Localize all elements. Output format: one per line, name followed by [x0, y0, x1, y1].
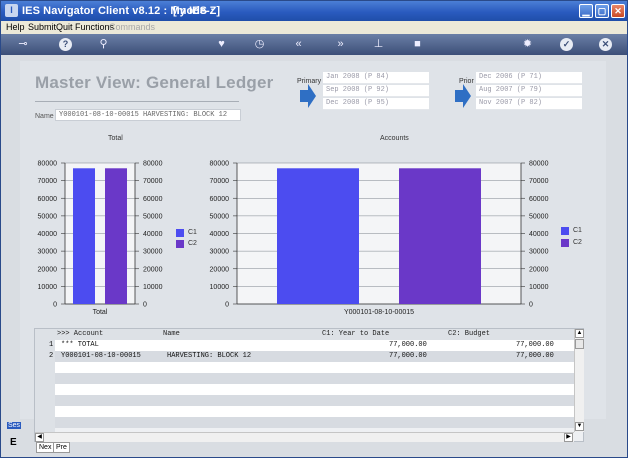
empty-row [55, 373, 575, 384]
empty-row [55, 417, 575, 428]
scroll-right-icon[interactable]: ▶ [564, 433, 573, 442]
previous-tab[interactable]: Pre [53, 442, 70, 453]
legend-c2-label: C2 [188, 240, 197, 247]
session-letter: E [10, 437, 17, 448]
total-tick-label-right: 80000 [143, 161, 163, 168]
accounts-tick-label-left: 30000 [210, 249, 230, 256]
grid-header: >>> Account Name C1: Year to Date C2: Bu… [35, 329, 575, 340]
empty-row [55, 362, 575, 373]
accounts-tick-label-left: 60000 [210, 196, 230, 203]
vertical-scrollbar[interactable]: ▲ ▼ [574, 329, 584, 432]
accounts-tick-label-right: 40000 [529, 231, 549, 238]
accounts-tick-label-left: 10000 [210, 284, 230, 291]
accounts-tick-label-right: 80000 [529, 161, 549, 168]
total-tick-label-right: 60000 [143, 196, 163, 203]
scroll-up-icon[interactable]: ▲ [575, 329, 584, 338]
accounts-tick-label-right: 70000 [529, 178, 549, 185]
header-budget[interactable]: C2: Budget [448, 330, 490, 338]
total-tick-label-right: 20000 [143, 266, 163, 273]
total-bar-c2 [105, 168, 127, 304]
total-tick-label-right: 10000 [143, 284, 163, 291]
total-tick-label-left: 0 [53, 302, 57, 309]
row-number-gutter [35, 362, 55, 432]
total-tick-label-right: 30000 [143, 249, 163, 256]
empty-row [55, 384, 575, 395]
total-tick-label-left: 50000 [38, 213, 58, 220]
row-budget: 77,000.00 [516, 352, 554, 360]
header-ytd[interactable]: C1: Year to Date [322, 330, 389, 338]
scroll-left-icon[interactable]: ◀ [35, 433, 44, 442]
accounts-tick-label-right: 50000 [529, 213, 549, 220]
total-tick-label-right: 50000 [143, 213, 163, 220]
legend-accounts-c2-label: C2 [573, 239, 582, 246]
app-window: I IES Navigator Client v8.12 : My IES : … [0, 0, 628, 458]
row-name: HARVESTING: BLOCK 12 [167, 352, 252, 360]
accounts-bar-c2 [399, 168, 481, 304]
header-account[interactable]: >>> Account [57, 330, 103, 338]
total-tick-label-right: 40000 [143, 231, 163, 238]
empty-row [55, 406, 575, 417]
accounts-tick-label-right: 60000 [529, 196, 549, 203]
total-tick-label-left: 20000 [38, 266, 58, 273]
table-row[interactable]: 2 Y000101-08-10-00015 HARVESTING: BLOCK … [35, 351, 575, 362]
total-tick-label-right: 70000 [143, 178, 163, 185]
next-tab[interactable]: Nex [36, 442, 55, 453]
legend-accounts-c2-swatch [561, 239, 569, 247]
row-number: 2 [49, 352, 54, 360]
accounts-bar-c1 [277, 168, 359, 304]
total-tick-label-left: 10000 [38, 284, 58, 291]
accounts-tick-label-left: 40000 [210, 231, 230, 238]
data-grid: >>> Account Name C1: Year to Date C2: Bu… [34, 328, 584, 442]
legend-c1-swatch [176, 229, 184, 237]
total-bar-c1 [73, 168, 95, 304]
row-ytd: 77,000.00 [389, 352, 427, 360]
accounts-tick-label-left: 0 [225, 302, 229, 309]
total-tick-label-left: 80000 [38, 161, 58, 168]
accounts-tick-label-right: 20000 [529, 266, 549, 273]
total-category-label: Total [93, 309, 108, 316]
legend-accounts-c1-swatch [561, 227, 569, 235]
total-tick-label-left: 40000 [38, 231, 58, 238]
total-tick-label-left: 30000 [38, 249, 58, 256]
row-budget: 77,000.00 [516, 341, 554, 349]
accounts-tick-label-left: 80000 [210, 161, 230, 168]
session-label: Ses [7, 422, 22, 429]
legend-accounts-c1-label: C1 [573, 227, 582, 234]
accounts-tick-label-right: 30000 [529, 249, 549, 256]
accounts-category-label: Y000101-08-10-00015 [344, 309, 414, 316]
row-account: Y000101-08-10-00015 [61, 352, 141, 360]
horizontal-scrollbar[interactable]: ◀ ▶ [35, 432, 574, 442]
scroll-down-icon[interactable]: ▼ [575, 422, 584, 431]
header-name[interactable]: Name [163, 330, 180, 338]
accounts-tick-label-right: 0 [529, 302, 533, 309]
row-account: *** TOTAL [61, 341, 99, 349]
empty-row [55, 395, 575, 406]
legend-c1-label: C1 [188, 229, 197, 236]
legend-c2-swatch [176, 240, 184, 248]
total-tick-label-left: 60000 [38, 196, 58, 203]
total-tick-label-left: 70000 [38, 178, 58, 185]
accounts-tick-label-left: 70000 [210, 178, 230, 185]
accounts-tick-label-left: 20000 [210, 266, 230, 273]
accounts-tick-label-left: 50000 [210, 213, 230, 220]
scroll-thumb[interactable] [575, 339, 584, 349]
row-number: 1 [49, 341, 54, 349]
row-ytd: 77,000.00 [389, 341, 427, 349]
total-tick-label-right: 0 [143, 302, 147, 309]
accounts-tick-label-right: 10000 [529, 284, 549, 291]
table-row[interactable]: 1 *** TOTAL 77,000.00 77,000.00 [35, 340, 575, 351]
